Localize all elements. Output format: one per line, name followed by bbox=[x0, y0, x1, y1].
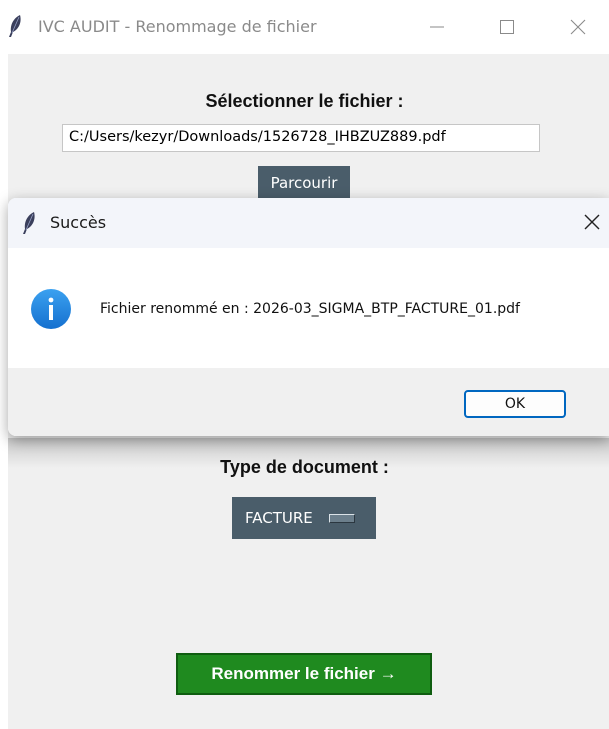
ok-button[interactable]: OK bbox=[464, 390, 566, 418]
rename-file-button[interactable]: Renommer le fichier → bbox=[176, 653, 432, 695]
title-bar: IVC AUDIT - Renommage de fichier bbox=[0, 0, 609, 54]
feather-icon bbox=[23, 212, 35, 234]
document-type-label: Type de document : bbox=[220, 457, 389, 477]
window-title: IVC AUDIT - Renommage de fichier bbox=[38, 17, 317, 36]
dialog-message: Fichier renommé en : 2026-03_SIGMA_BTP_F… bbox=[100, 301, 520, 317]
document-type-value: FACTURE bbox=[245, 509, 313, 527]
file-path-input[interactable]: C:/Users/kezyr/Downloads/1526728_IHBZUZ8… bbox=[62, 124, 540, 152]
close-icon[interactable] bbox=[582, 212, 602, 232]
dialog-title: Succès bbox=[50, 213, 107, 232]
browse-button[interactable]: Parcourir bbox=[258, 166, 350, 200]
minimize-icon[interactable] bbox=[424, 14, 450, 40]
select-file-label: Sélectionner le fichier : bbox=[205, 91, 404, 111]
dialog-title-bar: Succès bbox=[8, 198, 609, 248]
option-menu-indicator-icon bbox=[328, 513, 355, 523]
document-type-select[interactable]: FACTURE bbox=[232, 497, 376, 539]
close-icon[interactable] bbox=[565, 14, 591, 40]
info-icon bbox=[31, 289, 71, 329]
feather-icon bbox=[9, 15, 21, 37]
maximize-icon[interactable] bbox=[494, 14, 520, 40]
